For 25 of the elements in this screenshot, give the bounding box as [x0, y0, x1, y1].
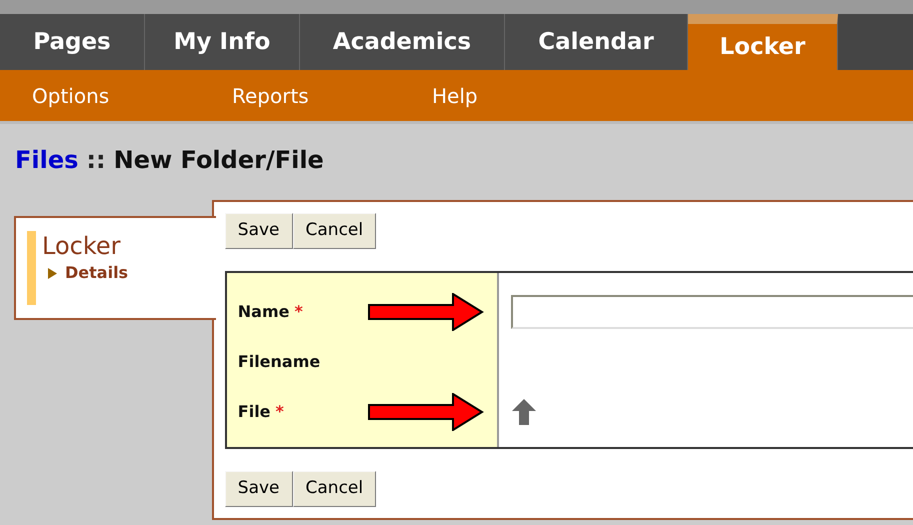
nav-tab[interactable]: Academics	[300, 14, 505, 70]
form-button[interactable]: Save	[224, 471, 293, 507]
name-input[interactable]	[510, 295, 913, 329]
sub-nav-link[interactable]: Options	[0, 80, 200, 110]
upload-arrow-icon[interactable]	[510, 398, 537, 426]
breadcrumb-separator: ::	[86, 145, 106, 176]
field-label: File *	[238, 401, 285, 423]
nav-tab[interactable]: My Info	[145, 14, 300, 70]
sub-nav-link[interactable]: Help	[400, 80, 600, 110]
sidebar-link[interactable]: Details	[48, 261, 128, 285]
sidebar-title: Locker	[42, 231, 122, 261]
form-button[interactable]: Cancel	[292, 213, 376, 249]
field-label: Filename	[238, 351, 322, 373]
triangle-icon	[48, 268, 57, 278]
form-button[interactable]: Save	[224, 213, 293, 249]
nav-tab[interactable]: Pages	[0, 14, 145, 70]
field-label: Name *	[238, 301, 304, 323]
nav-tab[interactable]: Calendar	[505, 14, 688, 70]
sub-nav-link[interactable]: Reports	[200, 80, 400, 110]
nav-tab[interactable]: Locker	[688, 14, 838, 70]
annotation-arrow-icon	[368, 293, 484, 331]
page-title: New Folder/File	[114, 145, 324, 176]
breadcrumb-link[interactable]: Files	[15, 142, 78, 178]
annotation-arrow-icon	[368, 393, 484, 431]
form-button[interactable]: Cancel	[292, 471, 376, 507]
